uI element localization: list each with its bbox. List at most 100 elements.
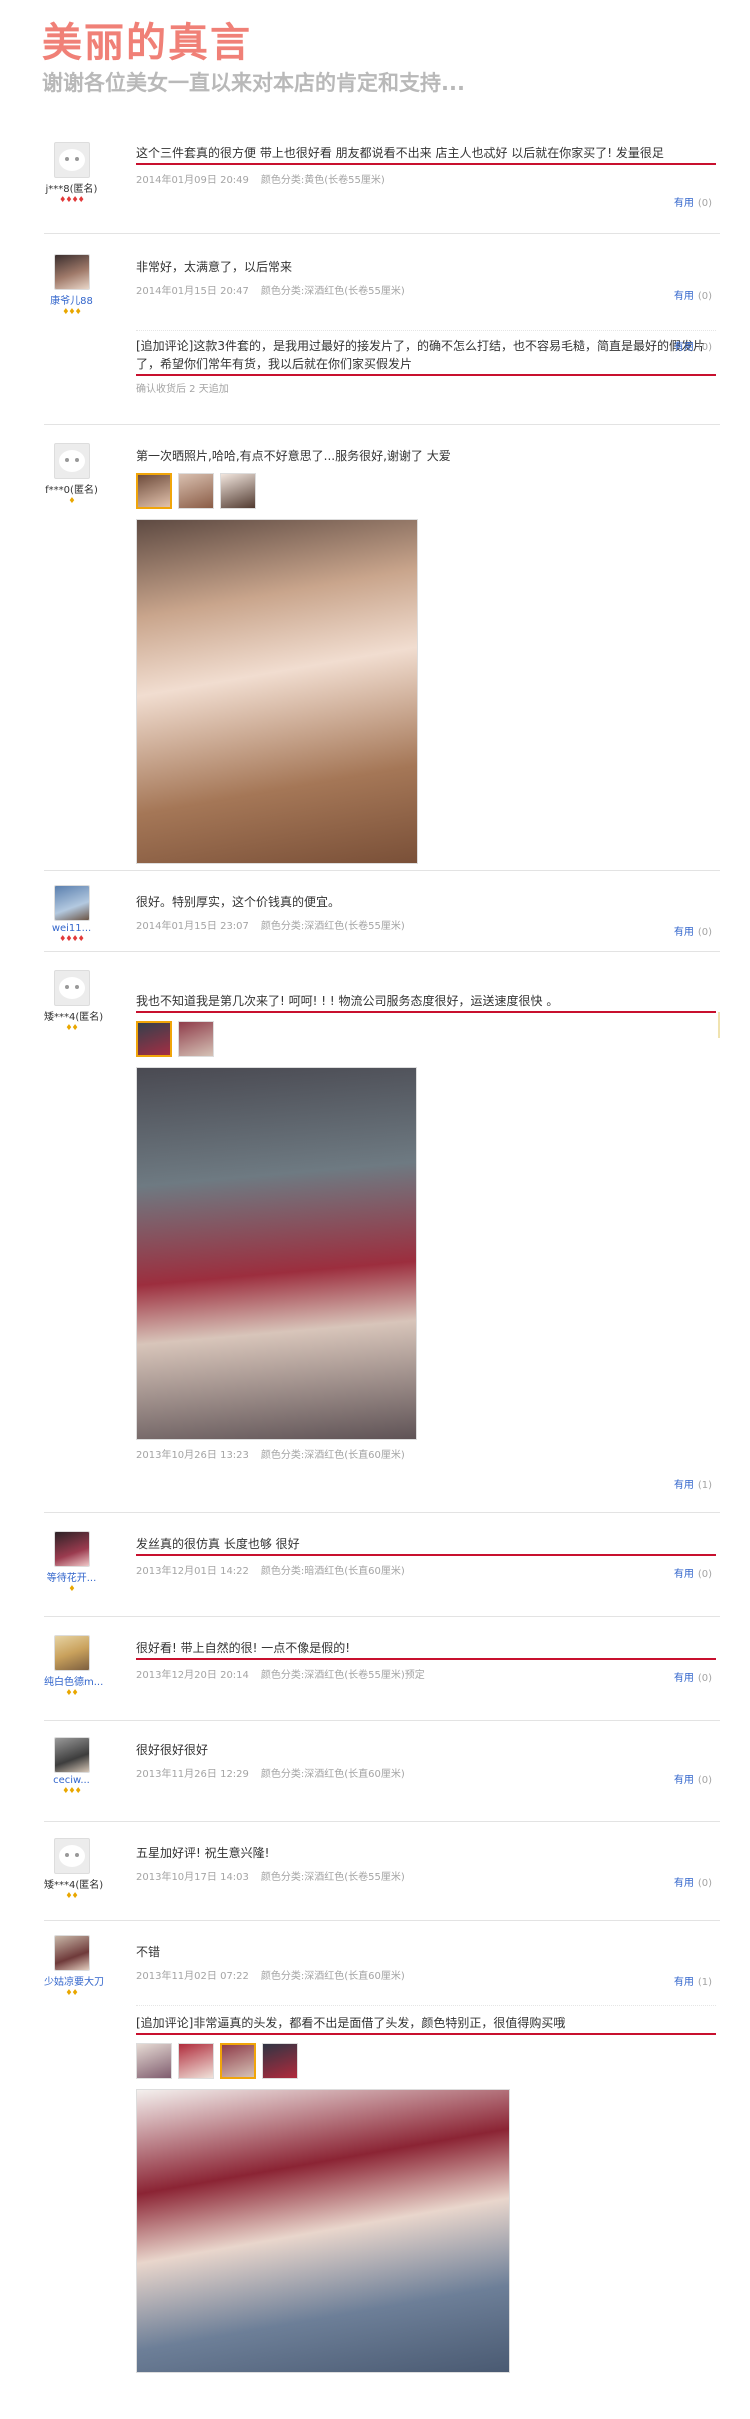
useful-count: (1)	[697, 1480, 712, 1491]
review-date: 2014年01月09日 20:49	[136, 175, 249, 186]
review-text: 五星加好评! 祝生意兴隆!	[136, 1846, 270, 1860]
useful-button[interactable]: 有用 (0)	[674, 338, 712, 353]
followup-text: [追加评论]非常逼真的头发，都看不出是面借了头发，颜色特别正，很值得购买哦	[136, 2014, 716, 2035]
photo-thumbnail[interactable]	[262, 2043, 298, 2079]
review-date: 2013年12月20日 20:14	[136, 1670, 249, 1681]
review-item: 矮***4(匿名) ♦♦ 五星加好评! 祝生意兴隆! 2013年10月17日 1…	[44, 1822, 720, 1921]
useful-count: (0)	[697, 1878, 712, 1889]
useful-count: (1)	[697, 1977, 712, 1988]
avatar[interactable]	[53, 970, 90, 1006]
useful-button[interactable]: 有用 (0)	[674, 287, 712, 302]
review-sku: 颜色分类:深酒红色(长卷55厘米)预定	[260, 1670, 425, 1681]
review-meta: 2014年01月15日 23:07 颜色分类:深酒红色(长卷55厘米)	[136, 917, 716, 932]
reviewer-rank-icon: ♦	[68, 1584, 75, 1593]
useful-count: (0)	[697, 1673, 712, 1684]
review-text: 这个三件套真的很方便 带上也很好看 朋友都说看不出来 店主人也忒好 以后就在你家…	[136, 144, 716, 165]
review-item: 矮***4(匿名) ♦♦ 我也不知道我是第几次来了! 呵呵! ! ! 物流公司服…	[44, 952, 720, 1513]
reviewer-name: 矮***4(匿名)	[44, 1880, 104, 1891]
review-item: 康爷儿88 ♦♦♦ 非常好，太满意了，以后常来 2014年01月15日 20:4…	[44, 234, 720, 425]
review-meta: 2013年11月02日 07:22 颜色分类:深酒红色(长直60厘米)	[136, 1967, 716, 1982]
page-header: 美丽的真言 谢谢各位美女一直以来对本店的肯定和支持...	[42, 20, 465, 98]
reviewer-name[interactable]: wei11...	[44, 923, 99, 934]
useful-label: 有用	[673, 927, 694, 938]
avatar[interactable]	[53, 443, 90, 479]
useful-label: 有用	[673, 1673, 694, 1684]
photo-thumbnail[interactable]	[220, 473, 256, 509]
useful-button[interactable]: 有用 (0)	[674, 1565, 712, 1580]
reviewer-rank-icon: ♦♦♦	[62, 307, 82, 316]
review-date: 2013年10月26日 13:23	[136, 1450, 249, 1461]
avatar[interactable]	[53, 1737, 90, 1773]
reviewer-rank-icon: ♦♦	[65, 1023, 78, 1032]
useful-button[interactable]: 有用 (0)	[674, 923, 712, 938]
review-date: 2014年01月15日 20:47	[136, 286, 249, 297]
reviewer: 康爷儿88 ♦♦♦	[44, 254, 99, 317]
reviewer: 少姑凉要大刀 ♦♦	[44, 1935, 104, 1998]
review-date: 2013年10月17日 14:03	[136, 1872, 249, 1883]
reviewer: f***0(匿名) ♦	[44, 443, 99, 506]
useful-button[interactable]: 有用 (0)	[674, 1874, 712, 1889]
photo-thumbnail[interactable]	[178, 473, 214, 509]
photo-thumbnail[interactable]	[136, 473, 172, 509]
useful-button[interactable]: 有用 (0)	[674, 1771, 712, 1786]
reviewer-name[interactable]: 等待花开...	[44, 1569, 99, 1584]
review-text: 发丝真的很仿真 长度也够 很好	[136, 1535, 716, 1556]
review-sku: 颜色分类:深酒红色(长卷55厘米)	[260, 286, 405, 297]
review-meta: 2013年11月26日 12:29 颜色分类:深酒红色(长直60厘米)	[136, 1765, 716, 1780]
photo-thumbnail[interactable]	[136, 2043, 172, 2079]
reviewer-name[interactable]: ceciw...	[44, 1775, 99, 1786]
avatar[interactable]	[53, 1531, 90, 1567]
avatar[interactable]	[53, 1935, 90, 1971]
reviewer-name[interactable]: 康爷儿88	[44, 292, 99, 307]
avatar[interactable]	[53, 885, 90, 921]
reviewer-rank-icon: ♦♦	[65, 1891, 78, 1900]
useful-count: (0)	[697, 291, 712, 302]
review-text: 不错	[136, 1945, 161, 1959]
review-text: 很好很好很好	[136, 1743, 209, 1757]
review-photo[interactable]	[136, 519, 418, 864]
review-item: wei11... ♦♦♦♦ 很好。特别厚实，这个价钱真的便宜。 2014年01月…	[44, 871, 720, 952]
followup-text: [追加评论]这款3件套的，是我用过最好的接发片了，的确不怎么打结，也不容易毛糙，…	[136, 337, 716, 376]
photo-thumbnail[interactable]	[220, 2043, 256, 2079]
useful-button[interactable]: 有用 (0)	[674, 1669, 712, 1684]
review-item: f***0(匿名) ♦ 第一次晒照片,哈哈,有点不好意思了...服务很好,谢谢了…	[44, 425, 720, 871]
useful-label: 有用	[673, 1775, 694, 1786]
avatar[interactable]	[53, 254, 90, 290]
review-meta: 2014年01月15日 20:47 颜色分类:深酒红色(长卷55厘米)	[136, 282, 716, 297]
useful-button[interactable]: 有用 (0)	[674, 194, 712, 209]
review-text: 非常好，太满意了，以后常来	[136, 260, 293, 274]
avatar[interactable]	[53, 1838, 90, 1874]
useful-label: 有用	[673, 198, 694, 209]
scroll-marker	[718, 1012, 720, 1038]
useful-button[interactable]: 有用 (1)	[674, 1476, 712, 1491]
photo-thumbnail[interactable]	[178, 2043, 214, 2079]
review-meta: 2013年10月17日 14:03 颜色分类:深酒红色(长卷55厘米)	[136, 1868, 716, 1883]
review-item: j***8(匿名) ♦♦♦♦ 这个三件套真的很方便 带上也很好看 朋友都说看不出…	[44, 130, 720, 234]
page-subtitle: 谢谢各位美女一直以来对本店的肯定和支持...	[42, 71, 465, 95]
useful-button[interactable]: 有用 (1)	[674, 1973, 712, 1988]
reviewer-rank-icon: ♦	[68, 496, 75, 505]
review-meta: 2013年12月20日 20:14 颜色分类:深酒红色(长卷55厘米)预定	[136, 1666, 716, 1681]
review-item: 纯白色德m... ♦♦ 很好看! 带上自然的很! 一点不像是假的! 2013年1…	[44, 1617, 720, 1721]
reviewer: 矮***4(匿名) ♦♦	[44, 1838, 104, 1901]
reviewer-name[interactable]: 纯白色德m...	[44, 1673, 103, 1688]
avatar[interactable]	[53, 1635, 90, 1671]
reviewer-name: 矮***4(匿名)	[44, 1012, 104, 1023]
reviewer-name: f***0(匿名)	[45, 485, 98, 496]
photo-thumbnail[interactable]	[178, 1021, 214, 1057]
review-item: 等待花开... ♦ 发丝真的很仿真 长度也够 很好 2013年12月01日 14…	[44, 1513, 720, 1617]
review-photo[interactable]	[136, 2089, 510, 2373]
reviewer-name[interactable]: 少姑凉要大刀	[44, 1973, 104, 1988]
review-date: 2013年11月26日 12:29	[136, 1769, 249, 1780]
avatar[interactable]	[53, 142, 90, 178]
review-photo[interactable]	[136, 1067, 417, 1440]
review-meta: 2014年01月09日 20:49 颜色分类:黄色(长卷55厘米)	[136, 171, 716, 186]
review-sku: 颜色分类:深酒红色(长直60厘米)	[260, 1971, 405, 1982]
review-sku: 颜色分类:深酒红色(长卷55厘米)	[260, 1872, 405, 1883]
photo-thumbnail[interactable]	[136, 1021, 172, 1057]
reviewer-rank-icon: ♦♦	[65, 1988, 78, 1997]
review-text: 很好。特别厚实，这个价钱真的便宜。	[136, 895, 341, 909]
useful-label: 有用	[673, 1480, 694, 1491]
reviewer-rank-icon: ♦♦	[65, 1688, 78, 1697]
useful-label: 有用	[673, 291, 694, 302]
